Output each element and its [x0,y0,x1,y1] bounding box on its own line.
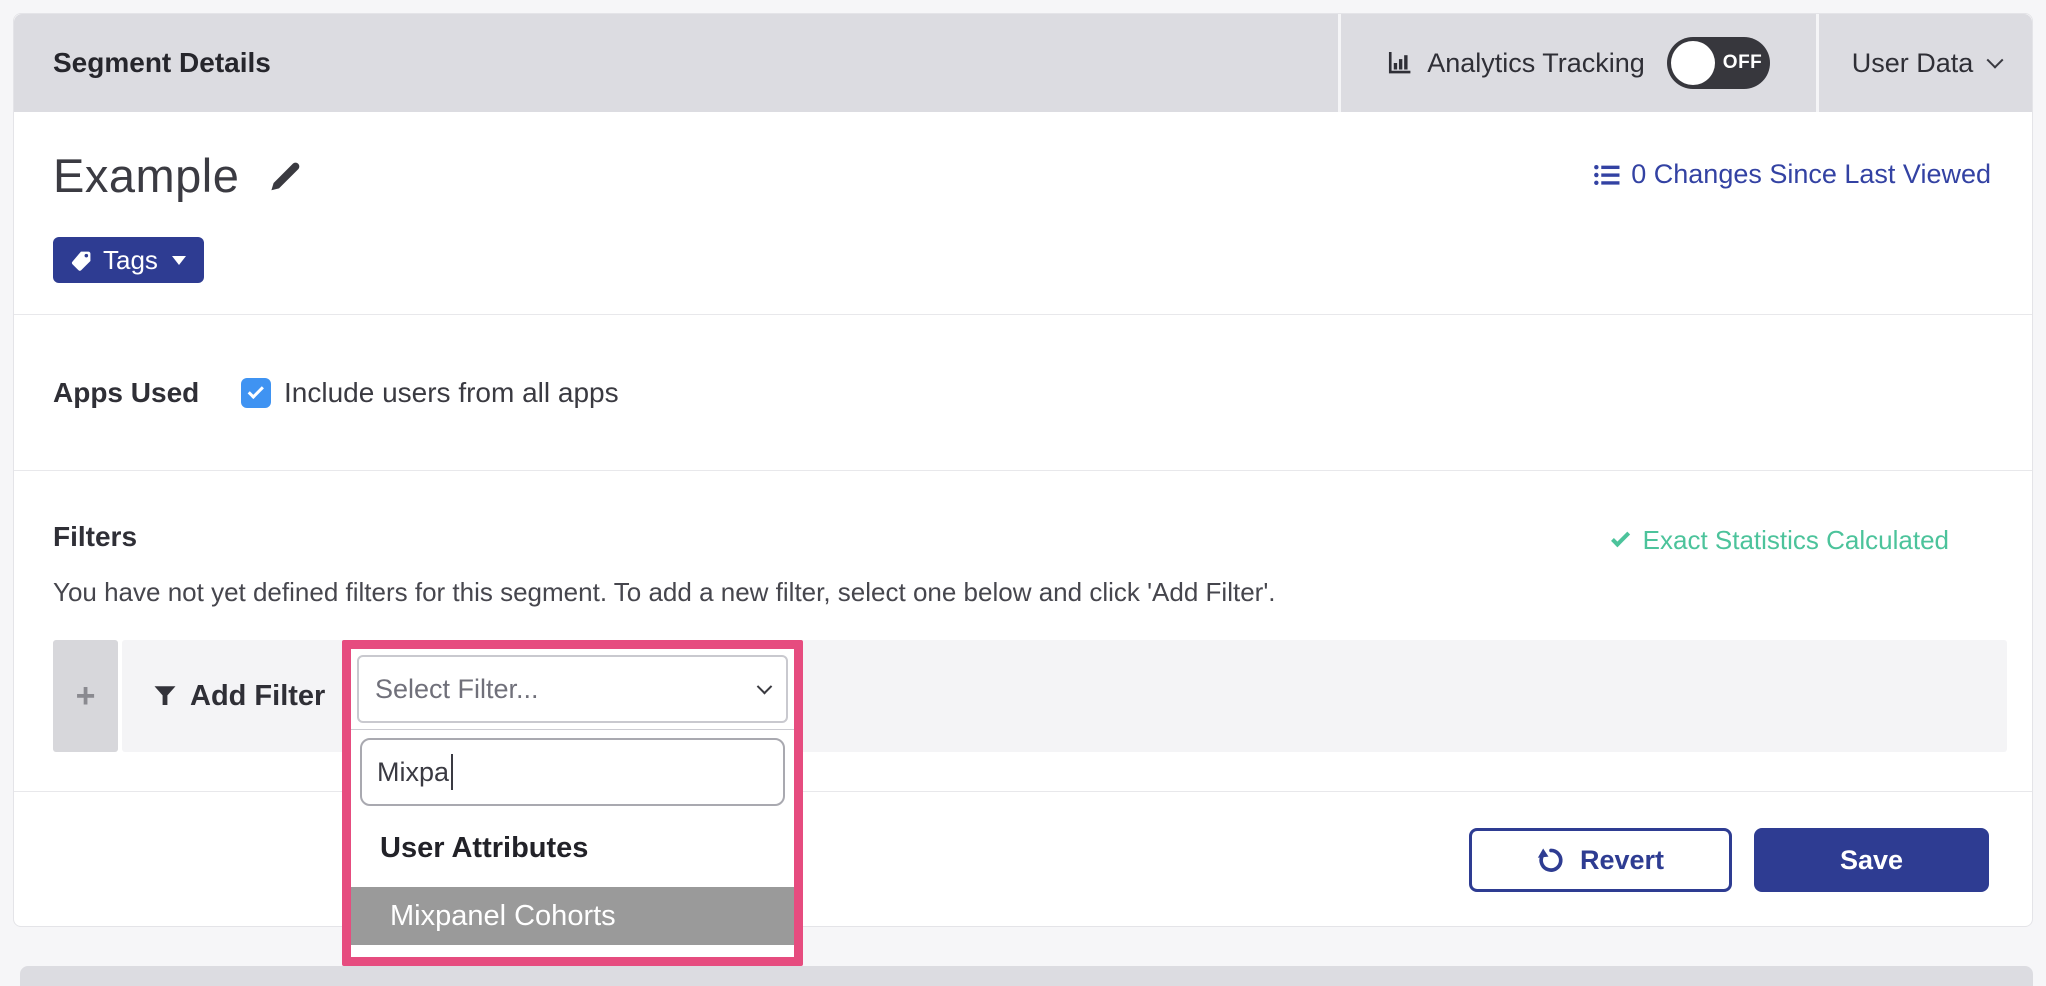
success-check-icon [1611,528,1630,547]
analytics-tracking-label: Analytics Tracking [1427,48,1645,79]
select-filter-dropdown[interactable]: Select Filter... [357,655,788,723]
segment-name-row: Example [53,148,305,203]
checkbox-check-icon [247,382,263,398]
changes-link-label: 0 Changes Since Last Viewed [1631,159,1991,190]
changes-since-last-viewed-link[interactable]: 0 Changes Since Last Viewed [1594,159,1991,190]
segment-title-section: Example Tags [14,112,2032,314]
next-panel-edge [20,966,2033,986]
caret-down-icon [172,256,186,265]
footer-actions: Revert Save [14,791,2032,928]
filter-search-value: Mixpa [377,757,449,788]
tags-button-label: Tags [103,245,158,276]
add-filter-plus-button[interactable]: + [53,640,118,752]
revert-button-label: Revert [1580,845,1664,876]
tag-icon [71,250,92,271]
analytics-tracking-toggle[interactable]: OFF [1667,37,1770,89]
exact-statistics-status: Exact Statistics Calculated [1613,525,1949,556]
edit-pencil-icon[interactable] [265,156,305,196]
dropdown-group-header: User Attributes [351,832,794,865]
revert-button[interactable]: Revert [1469,828,1732,892]
filters-section: Filters Exact Statistics Calculated You … [14,470,2032,791]
segment-name: Example [53,148,239,203]
toggle-state-label: OFF [1723,52,1763,74]
analytics-tracking-control: Analytics Tracking OFF [1338,14,1819,112]
apps-used-label: Apps Used [53,377,241,409]
filters-instruction-text: You have not yet defined filters for thi… [53,577,1276,608]
filter-select-dropdown-highlighted: Select Filter... Mixpa User Attributes M… [342,640,803,966]
apps-used-section: Apps Used Include users from all apps [14,314,2032,470]
include-all-apps-label: Include users from all apps [284,377,619,409]
status-label: Exact Statistics Calculated [1643,525,1949,556]
tags-button[interactable]: Tags [53,237,204,283]
add-filter-label: Add Filter [190,680,325,713]
filters-heading: Filters [53,521,137,553]
change-list-icon [1594,164,1620,186]
select-filter-placeholder: Select Filter... [375,674,539,705]
user-data-dropdown[interactable]: User Data [1819,14,2034,112]
user-data-label: User Data [1852,48,1974,79]
bar-chart-icon [1387,50,1413,76]
undo-icon [1537,846,1565,874]
dropdown-divider [351,729,794,730]
segment-details-page: Segment Details Analytics Tracking OFF U… [0,0,2046,986]
segment-details-card: Segment Details Analytics Tracking OFF U… [13,13,2033,927]
chevron-down-icon [1987,52,2004,69]
save-button[interactable]: Save [1754,828,1989,892]
text-cursor [451,754,453,790]
funnel-filter-icon [153,684,177,708]
topbar: Segment Details Analytics Tracking OFF U… [14,14,2032,112]
save-button-label: Save [1840,845,1903,876]
filter-search-input[interactable]: Mixpa [360,738,785,806]
dropdown-option-mixpanel-cohorts[interactable]: Mixpanel Cohorts [351,887,794,945]
chevron-down-icon [757,678,773,694]
page-title: Segment Details [53,14,271,112]
include-all-apps-checkbox[interactable] [241,378,271,408]
toggle-knob [1671,41,1715,85]
